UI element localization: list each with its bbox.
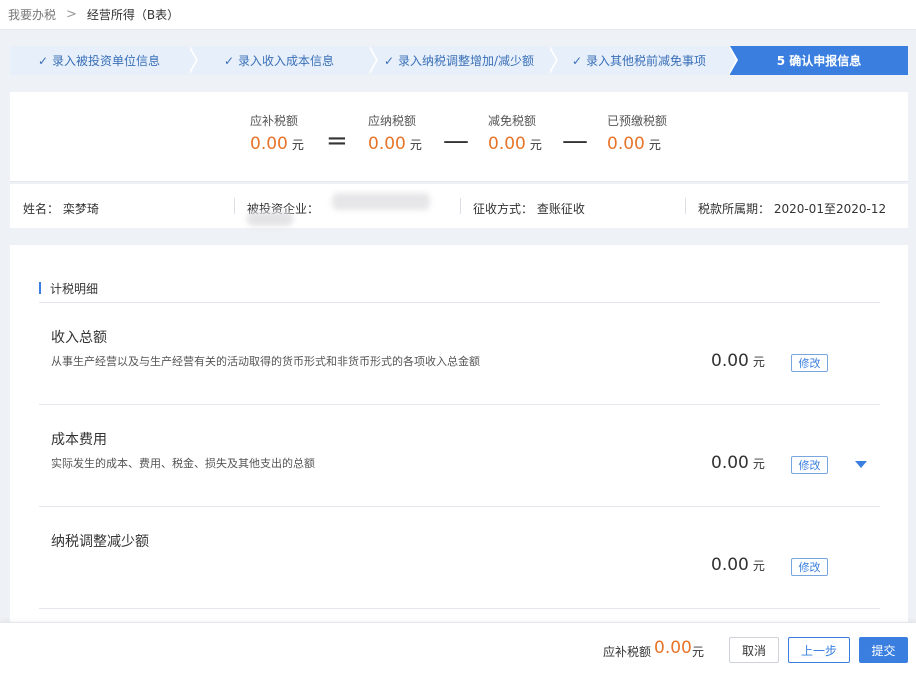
footer-tax-unit: 元 <box>692 645 705 659</box>
section-title-text: 计税明细 <box>50 281 99 296</box>
divider <box>460 198 461 214</box>
previous-step-button[interactable]: 上一步 <box>788 637 850 663</box>
detail-row-costs: 成本费用 实际发生的成本、费用、税金、损失及其他支出的总额 0.00 元 修改 <box>39 405 880 507</box>
tax-calculation-details: 计税明细 收入总额 从事生产经营以及与生产经营有关的活动取得的货币形式和非货币形… <box>10 245 908 625</box>
caret-down-icon[interactable] <box>855 461 867 468</box>
footer-tax-value: 0.00 <box>654 638 692 658</box>
summary-tax-relief: 减免税额 0.00 元 <box>488 112 542 154</box>
row-description: 从事生产经营以及与生产经营有关的活动取得的货币形式和非货币形式的各项收入总金额 <box>51 355 480 368</box>
step-progress: ✓ 录入被投资单位信息 ✓ 录入收入成本信息 ✓ 录入纳税调整增加/减少额 ✓ … <box>10 46 908 75</box>
cancel-button[interactable]: 取消 <box>729 637 779 663</box>
row-title: 成本费用 <box>51 432 107 448</box>
row-title: 收入总额 <box>51 330 107 346</box>
step-3[interactable]: ✓ 录入纳税调整增加/减少额 <box>370 46 558 75</box>
footer-bar: 应补税额 0.00 元 取消 上一步 提交 <box>0 622 916 675</box>
summary-tax-due: 应纳税额 0.00 元 <box>368 112 422 154</box>
check-icon: ✓ <box>383 53 394 68</box>
summary-value: 0.00 元 <box>368 134 422 154</box>
taxpayer-name: 姓名： 栾梦琦 <box>23 202 99 216</box>
row-amount: 0.00 元 <box>711 453 765 473</box>
edit-button[interactable]: 修改 <box>791 354 828 372</box>
summary-prepaid-tax: 已预缴税额 0.00 元 <box>607 112 667 154</box>
detail-row-total-income: 收入总额 从事生产经营以及与生产经营有关的活动取得的货币形式和非货币形式的各项收… <box>39 303 880 405</box>
row-amount: 0.00 元 <box>711 351 765 371</box>
collection-method: 征收方式： 查账征收 <box>473 202 585 216</box>
breadcrumb-current: 经营所得（B表） <box>86 8 180 22</box>
step-2[interactable]: ✓ 录入收入成本信息 <box>190 46 378 75</box>
summary-tax-payable: 应补税额 0.00 元 <box>250 112 304 154</box>
tax-period: 税款所属期： 2020-01至2020-12 <box>698 202 887 216</box>
step-1[interactable]: ✓ 录入被投资单位信息 <box>10 46 198 75</box>
check-icon: ✓ <box>571 53 583 68</box>
summary-label: 减免税额 <box>488 114 537 128</box>
row-title: 纳税调整减少额 <box>51 534 149 550</box>
check-icon: ✓ <box>223 53 235 68</box>
detail-row-tax-adjust-decrease: 纳税调整减少额 0.00 元 修改 <box>39 507 880 609</box>
divider <box>685 198 686 214</box>
tax-summary: 应补税额 0.00 元 = 应纳税额 0.00 元 — 减免税额 0.00 元 — 已… <box>10 92 908 182</box>
step-label: 录入其他税前减免事项 <box>586 54 707 68</box>
summary-value: 0.00 元 <box>607 134 661 154</box>
summary-label: 应纳税额 <box>368 114 417 128</box>
section-title: 计税明细 <box>39 281 99 296</box>
summary-value: 0.00 元 <box>250 134 304 154</box>
taxpayer-info: 姓名： 栾梦琦 被投资企业： 征收方式： 查账征收 税款所属期： 2020-01… <box>10 184 908 228</box>
chevron-right-icon: > <box>66 7 77 22</box>
breadcrumb: 我要办税 > 经营所得（B表） <box>0 0 916 30</box>
breadcrumb-home-link[interactable]: 我要办税 <box>8 6 56 23</box>
divider <box>234 198 235 214</box>
summary-label: 应补税额 <box>250 114 299 128</box>
section-marker <box>39 282 41 294</box>
minus-sign: — <box>562 126 588 156</box>
step-label: 录入纳税调整增加/减少额 <box>398 54 535 68</box>
row-description: 实际发生的成本、费用、税金、损失及其他支出的总额 <box>51 457 315 470</box>
footer-tax-label: 应补税额 <box>603 645 652 659</box>
row-amount: 0.00 元 <box>711 555 765 575</box>
submit-button[interactable]: 提交 <box>859 637 908 663</box>
equals-sign: = <box>326 126 348 156</box>
redacted-company-name <box>332 193 430 210</box>
step-label: 录入收入成本信息 <box>238 54 335 68</box>
check-icon: ✓ <box>37 53 49 68</box>
step-label: 5 确认申报信息 <box>776 54 862 68</box>
step-5-current: 5 确认申报信息 <box>730 46 908 75</box>
step-label: 录入被投资单位信息 <box>52 54 161 68</box>
minus-sign: — <box>443 126 469 156</box>
summary-label: 已预缴税额 <box>607 114 668 128</box>
edit-button[interactable]: 修改 <box>791 456 828 474</box>
redacted-company-name-cont <box>247 212 293 226</box>
edit-button[interactable]: 修改 <box>791 558 828 576</box>
step-4[interactable]: ✓ 录入其他税前减免事项 <box>550 46 738 75</box>
summary-value: 0.00 元 <box>488 134 542 154</box>
